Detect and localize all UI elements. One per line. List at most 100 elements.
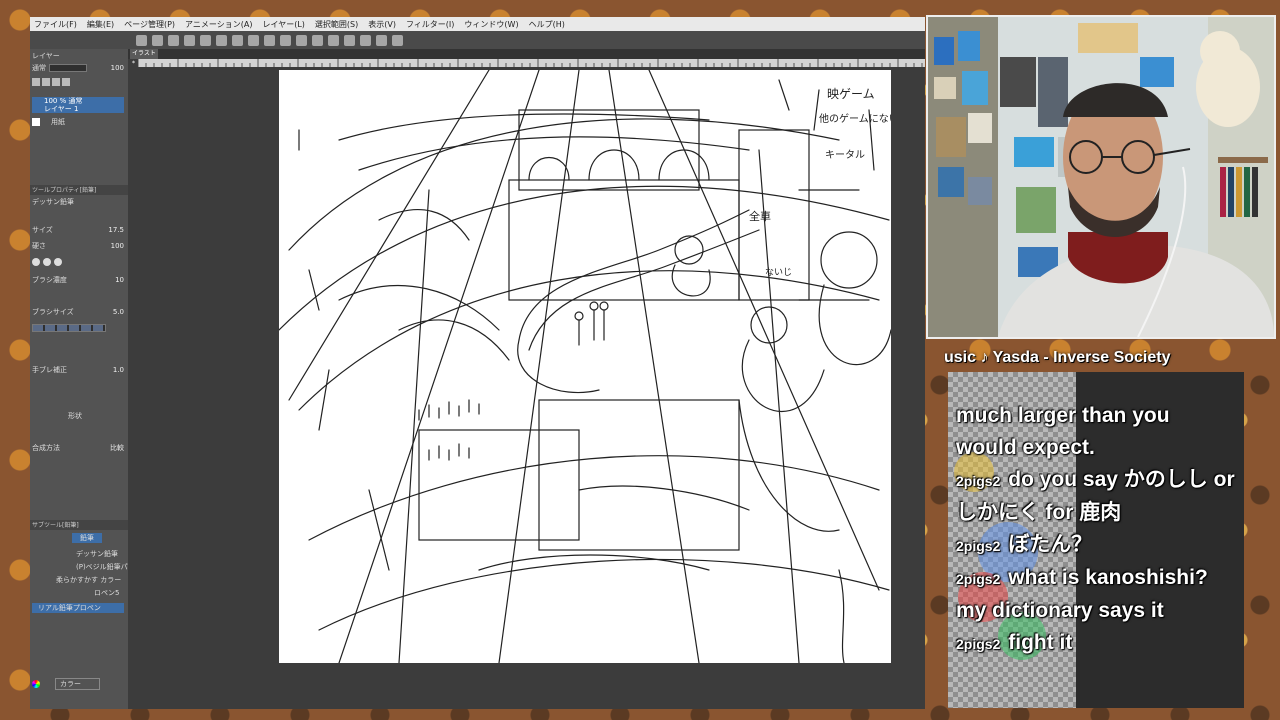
prop-value[interactable]: 比較 <box>110 443 124 453</box>
crop-icon[interactable] <box>312 34 323 46</box>
menu-help[interactable]: ヘルプ(H) <box>529 19 565 30</box>
prop-value[interactable]: 10 <box>115 276 124 284</box>
sketch-note: ないじ <box>765 267 792 278</box>
prop-value[interactable]: 1.0 <box>113 366 124 374</box>
menu-filter[interactable]: フィルター(I) <box>406 19 454 30</box>
webcam-image <box>928 17 1274 337</box>
prop-row-hardness[interactable]: 硬さ 100 <box>32 241 124 251</box>
brush-item-selected[interactable]: リアル鉛筆プロペン <box>32 603 124 613</box>
drawing-canvas[interactable]: 映ゲーム 他のゲームにない キータル 全車 ないじ <box>278 69 899 664</box>
new-file-icon[interactable] <box>136 34 147 46</box>
subtool-group-label[interactable]: 鉛筆 <box>72 533 102 543</box>
print-icon[interactable] <box>184 34 195 46</box>
texture-slider[interactable] <box>32 324 106 332</box>
clip-icon[interactable] <box>52 78 60 86</box>
invert-selection-icon[interactable] <box>328 34 339 46</box>
prop-row-blocks[interactable] <box>32 323 124 333</box>
prop-row-density[interactable]: ブラシ濃度 10 <box>32 275 124 285</box>
chat-message: 2pigs2 ぼたん？ <box>956 529 1236 562</box>
subtool-name: デッサン鉛筆 <box>32 198 74 206</box>
menu-animation[interactable]: アニメーション(A) <box>185 19 252 30</box>
layer-item-1-name: 100 % 通常 <box>44 97 83 105</box>
help-icon[interactable] <box>392 34 403 46</box>
brush-item[interactable]: (P)ベジル鉛筆パン <box>32 562 128 572</box>
brush-tip-circle-icon[interactable] <box>54 258 62 266</box>
folder-icon[interactable] <box>42 78 50 86</box>
prop-value[interactable]: 形状 <box>68 411 82 421</box>
subtool-panel-header: サブツール[鉛筆] <box>30 520 128 530</box>
undo-icon[interactable] <box>200 34 211 46</box>
prop-row-size[interactable]: サイズ 17.5 <box>32 225 124 235</box>
prop-row-shape[interactable]: 形状 <box>32 411 124 421</box>
opacity-value: 100 <box>110 64 124 72</box>
command-bar <box>30 31 925 49</box>
fill-icon[interactable] <box>264 34 275 46</box>
transform-icon[interactable] <box>280 34 291 46</box>
menu-view[interactable]: 表示(V) <box>368 19 396 30</box>
brush-item[interactable]: 柔らかすかす カラー <box>32 575 124 585</box>
ruler-ticks <box>138 59 923 67</box>
color-panel-select[interactable]: カラー <box>55 678 100 690</box>
blend-mode-row[interactable]: 通常 100 <box>32 63 124 73</box>
subtool-group-tab[interactable]: 鉛筆 <box>32 533 124 543</box>
brush-item-label: (P)ベジル鉛筆パン <box>76 563 128 571</box>
clear-icon[interactable] <box>248 34 259 46</box>
chat-text: much larger than you would expect. <box>956 404 1170 459</box>
new-layer-icon[interactable] <box>32 78 40 86</box>
menu-file[interactable]: ファイル(F) <box>34 19 77 30</box>
canvas-area: イラスト* 映ゲーム 他のゲームにない キータル 全車 ないじ <box>128 49 925 709</box>
redo-icon[interactable] <box>216 34 227 46</box>
prop-row-stabilizer[interactable]: 手ブレ補正 1.0 <box>32 365 124 375</box>
brush-item[interactable]: デッサン鉛筆 <box>32 549 124 559</box>
layer-header: レイヤー <box>32 51 124 61</box>
opacity-slider[interactable] <box>49 64 87 72</box>
blend-mode-select[interactable]: 通常 <box>32 63 46 73</box>
save-icon[interactable] <box>168 34 179 46</box>
chat-text: ぼたん？ <box>1008 533 1093 556</box>
menu-layer[interactable]: レイヤー(L) <box>262 19 304 30</box>
menu-selection[interactable]: 選択範囲(S) <box>315 19 358 30</box>
prop-label: サイズ <box>32 226 53 234</box>
layer-item-1-sub: レイヤー 1 <box>44 105 79 113</box>
menu-bar: ファイル(F) 編集(E) ページ管理(P) アニメーション(A) レイヤー(L… <box>30 17 925 31</box>
menu-page[interactable]: ページ管理(P) <box>124 19 175 30</box>
prop-row-blend[interactable]: 合成方法 比較 <box>32 443 124 453</box>
chat-text: fight it <box>1008 631 1073 654</box>
prop-value[interactable]: 17.5 <box>108 226 124 234</box>
layer-item-2[interactable]: 用紙 <box>32 117 124 127</box>
sketch-note: 映ゲーム <box>827 87 875 101</box>
chat-username[interactable]: 2pigs2 <box>956 636 1004 652</box>
open-file-icon[interactable] <box>152 34 163 46</box>
brush-item-label: デッサン鉛筆 <box>76 550 118 558</box>
chat-message: 2pigs2 what is kanoshishi? my dictionary… <box>956 562 1236 627</box>
menu-window[interactable]: ウィンドウ(W) <box>464 19 518 30</box>
menu-edit[interactable]: 編集(E) <box>87 19 114 30</box>
prop-row-brush-size[interactable]: ブラシサイズ 5.0 <box>32 307 124 317</box>
prop-label: ブラシ濃度 <box>32 276 67 284</box>
paper-swatch-icon <box>32 118 40 126</box>
deselect-icon[interactable] <box>296 34 307 46</box>
chat-overlay: much larger than you would expect. 2pigs… <box>948 372 1244 708</box>
prop-value[interactable]: 5.0 <box>113 308 124 316</box>
loading-icon[interactable] <box>232 34 243 46</box>
chat-username[interactable]: 2pigs2 <box>956 473 1004 489</box>
brush-item[interactable]: ロペン5 <box>32 588 124 598</box>
layer-item-1[interactable]: 100 % 通常 レイヤー 1 <box>32 97 124 113</box>
ruler-snap-icon[interactable] <box>344 34 355 46</box>
brush-item-label: 柔らかすかす カラー <box>56 576 122 584</box>
brush-item-label: リアル鉛筆プロペン <box>38 604 101 612</box>
special-ruler-icon[interactable] <box>360 34 371 46</box>
prop-row-brush-shape[interactable] <box>32 257 124 267</box>
color-panel-row[interactable]: カラー <box>32 678 124 690</box>
canvas-tab[interactable]: イラスト* <box>130 49 158 67</box>
chat-username[interactable]: 2pigs2 <box>956 571 1004 587</box>
sketch-note: キータル <box>825 149 865 161</box>
brush-tip-circle-icon[interactable] <box>32 258 40 266</box>
prop-value[interactable]: 100 <box>111 242 124 250</box>
brush-item-label: ロペン5 <box>94 589 120 597</box>
lock-icon[interactable] <box>62 78 70 86</box>
brush-tip-circle-icon[interactable] <box>43 258 51 266</box>
layer-panel-label: レイヤー <box>32 52 60 60</box>
grid-snap-icon[interactable] <box>376 34 387 46</box>
chat-username[interactable]: 2pigs2 <box>956 538 1004 554</box>
